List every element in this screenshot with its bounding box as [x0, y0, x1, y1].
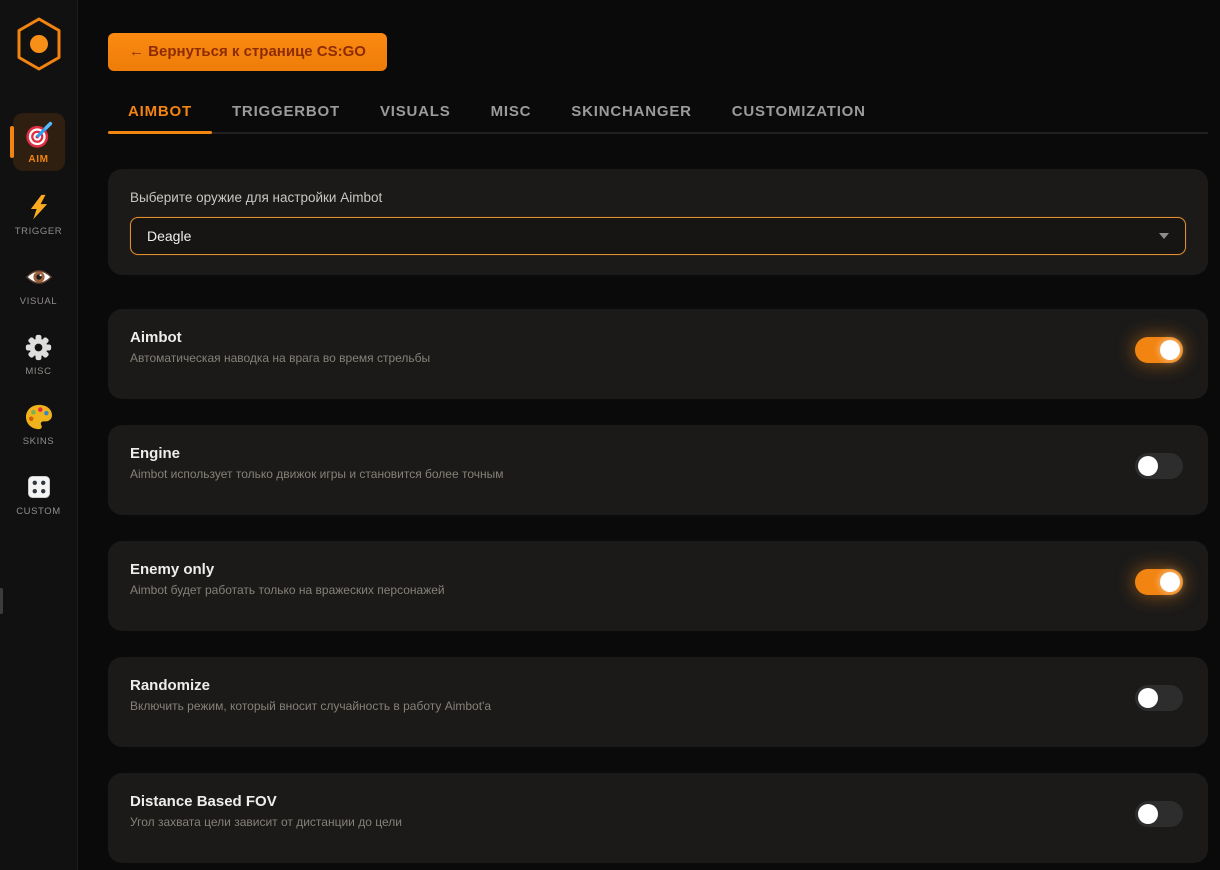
scrollbar-thumb[interactable]: [0, 588, 3, 614]
weapon-select-value: Deagle: [147, 228, 191, 244]
setting-description: Угол захвата цели зависит от дистанции д…: [130, 815, 402, 830]
toggle-knob: [1160, 340, 1180, 360]
setting-description: Включить режим, который вносит случайнос…: [130, 699, 491, 714]
weapon-select[interactable]: Deagle: [130, 217, 1186, 255]
lightning-icon: [25, 193, 53, 221]
setting-row-enemy-only: Enemy only Aimbot будет работать только …: [108, 541, 1208, 631]
toggle-distance-based-fov[interactable]: [1135, 801, 1183, 827]
toggle-knob: [1138, 688, 1158, 708]
tab-aimbot[interactable]: AIMBOT: [108, 95, 212, 132]
setting-row-engine: Engine Aimbot использует только движок и…: [108, 425, 1208, 515]
setting-text: Enemy only Aimbot будет работать только …: [130, 560, 445, 598]
setting-description: Автоматическая наводка на врага во время…: [130, 351, 430, 366]
toggle-enemy-only[interactable]: [1135, 569, 1183, 595]
tab-customization[interactable]: CUSTOMIZATION: [712, 95, 886, 132]
sidebar-item-label: VISUAL: [20, 296, 57, 307]
sidebar-item-visual[interactable]: VISUAL: [11, 259, 67, 311]
setting-row-aimbot: Aimbot Автоматическая наводка на врага в…: [108, 309, 1208, 399]
palette-icon: [25, 403, 53, 431]
sidebar-nav: AIM TRIGGER VISUAL: [11, 113, 67, 521]
sidebar-item-label: TRIGGER: [15, 226, 62, 237]
gear-icon: [25, 333, 53, 361]
tab-misc[interactable]: MISC: [471, 95, 552, 132]
setting-title: Enemy only: [130, 560, 445, 579]
dice-icon: [25, 473, 53, 501]
sidebar-item-skins[interactable]: SKINS: [11, 399, 67, 451]
setting-description: Aimbot будет работать только на вражески…: [130, 583, 445, 598]
sidebar-item-label: MISC: [25, 366, 51, 377]
tab-bar: AIMBOT TRIGGERBOT VISUALS MISC SKINCHANG…: [108, 95, 1208, 134]
setting-text: Distance Based FOV Угол захвата цели зав…: [130, 792, 402, 830]
main-content: ← Вернуться к странице CS:GO AIMBOT TRIG…: [79, 0, 1220, 870]
weapon-selector-label: Выберите оружие для настройки Aimbot: [130, 190, 1186, 205]
hexagon-logo-icon: [14, 15, 64, 73]
target-dart-icon: [25, 121, 53, 149]
tab-visuals[interactable]: VISUALS: [360, 95, 471, 132]
sidebar-item-trigger[interactable]: TRIGGER: [11, 189, 67, 241]
dropdown-arrow-icon: [1159, 233, 1169, 239]
setting-title: Engine: [130, 444, 504, 463]
back-to-csgo-button[interactable]: ← Вернуться к странице CS:GO: [108, 33, 387, 71]
setting-description: Aimbot использует только движок игры и с…: [130, 467, 504, 482]
sidebar-item-label: CUSTOM: [16, 506, 61, 517]
toggle-engine[interactable]: [1135, 453, 1183, 479]
sidebar-item-aim[interactable]: AIM: [13, 113, 65, 171]
sidebar-item-misc[interactable]: MISC: [11, 329, 67, 381]
setting-title: Randomize: [130, 676, 491, 695]
setting-title: Aimbot: [130, 328, 430, 347]
setting-text: Randomize Включить режим, который вносит…: [130, 676, 491, 714]
sidebar: AIM TRIGGER VISUAL: [0, 0, 78, 870]
eye-icon: [25, 263, 53, 291]
weapon-selector-card: Выберите оружие для настройки Aimbot Dea…: [108, 169, 1208, 275]
sidebar-item-label: SKINS: [23, 436, 55, 447]
toggle-knob: [1160, 572, 1180, 592]
sidebar-item-custom[interactable]: CUSTOM: [11, 469, 67, 521]
setting-row-randomize: Randomize Включить режим, который вносит…: [108, 657, 1208, 747]
sidebar-item-label: AIM: [28, 154, 48, 165]
setting-text: Engine Aimbot использует только движок и…: [130, 444, 504, 482]
tab-skinchanger[interactable]: SKINCHANGER: [551, 95, 711, 132]
app-logo[interactable]: [14, 15, 64, 73]
tab-triggerbot[interactable]: TRIGGERBOT: [212, 95, 360, 132]
toggle-knob: [1138, 804, 1158, 824]
toggle-randomize[interactable]: [1135, 685, 1183, 711]
toggle-aimbot[interactable]: [1135, 337, 1183, 363]
setting-title: Distance Based FOV: [130, 792, 402, 811]
toggle-knob: [1138, 456, 1158, 476]
setting-row-distance-based-fov: Distance Based FOV Угол захвата цели зав…: [108, 773, 1208, 863]
setting-text: Aimbot Автоматическая наводка на врага в…: [130, 328, 430, 366]
